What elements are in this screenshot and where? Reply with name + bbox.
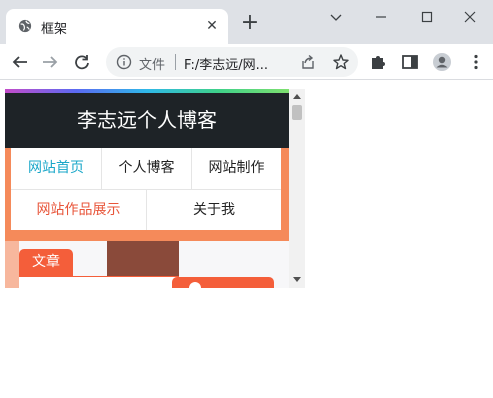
omnibox-divider [175, 54, 176, 70]
maximize-button[interactable] [404, 4, 450, 30]
address-bar[interactable]: 文件 F:/李志远/网... [106, 47, 358, 77]
star-icon[interactable] [332, 53, 350, 71]
content-area: 文章 [5, 241, 289, 288]
menu-icon[interactable] [466, 52, 486, 72]
close-window-button[interactable] [447, 4, 493, 30]
back-button[interactable] [8, 50, 32, 74]
tab-close-icon[interactable]: ✕ [204, 18, 220, 34]
page-viewport: 李志远个人博客 网站首页 个人博客 网站制作 网站作品展示 关于我 文章 [5, 89, 305, 288]
browser-titlebar: 框架 ✕ + [0, 0, 493, 44]
minimize-icon [376, 16, 386, 18]
globe-icon [18, 19, 32, 33]
decorative-block [5, 241, 19, 288]
main-nav: 网站首页 个人博客 网站制作 网站作品展示 关于我 [11, 148, 281, 230]
article-tab[interactable]: 文章 [19, 249, 73, 276]
tab-search-button[interactable] [313, 4, 359, 30]
site-title: 李志远个人博客 [77, 108, 217, 132]
nav-item-home[interactable]: 网站首页 [11, 148, 101, 189]
close-icon [464, 11, 476, 23]
back-arrow-icon [12, 56, 27, 68]
site-header: 李志远个人博客 [5, 93, 289, 148]
scroll-down-arrow-icon[interactable] [293, 277, 301, 282]
reload-icon [75, 55, 89, 70]
reload-button[interactable] [70, 50, 94, 74]
side-card [172, 277, 274, 288]
nav-item-blog[interactable]: 个人博客 [101, 148, 191, 189]
share-icon[interactable] [300, 54, 316, 70]
nav-area: 网站首页 个人博客 网站制作 网站作品展示 关于我 [5, 148, 289, 241]
scroll-up-arrow-icon[interactable] [293, 94, 301, 99]
browser-toolbar: 文件 F:/李志远/网... [0, 44, 493, 80]
protocol-label: 文件 [139, 58, 166, 73]
maximize-icon [421, 11, 433, 23]
nav-item-portfolio[interactable]: 网站作品展示 [11, 189, 146, 230]
extensions-icon[interactable] [368, 52, 388, 72]
chevron-down-icon [330, 14, 342, 21]
side-panel-icon[interactable] [400, 52, 420, 72]
nav-item-web-design[interactable]: 网站制作 [191, 148, 281, 189]
article-card [19, 276, 179, 288]
forward-button[interactable] [38, 50, 62, 74]
browser-tab[interactable]: 框架 ✕ [6, 9, 228, 44]
new-tab-button[interactable]: + [238, 12, 262, 36]
forward-arrow-icon [43, 56, 58, 68]
profile-icon[interactable] [432, 52, 452, 72]
tab-title: 框架 [41, 22, 68, 37]
scrollbar-thumb[interactable] [292, 105, 302, 120]
vertical-scrollbar[interactable] [289, 89, 305, 288]
url-text[interactable]: F:/李志远/网... [184, 54, 268, 73]
info-icon[interactable] [116, 54, 132, 70]
minimize-button[interactable] [358, 4, 404, 30]
nav-item-about[interactable]: 关于我 [146, 189, 281, 230]
